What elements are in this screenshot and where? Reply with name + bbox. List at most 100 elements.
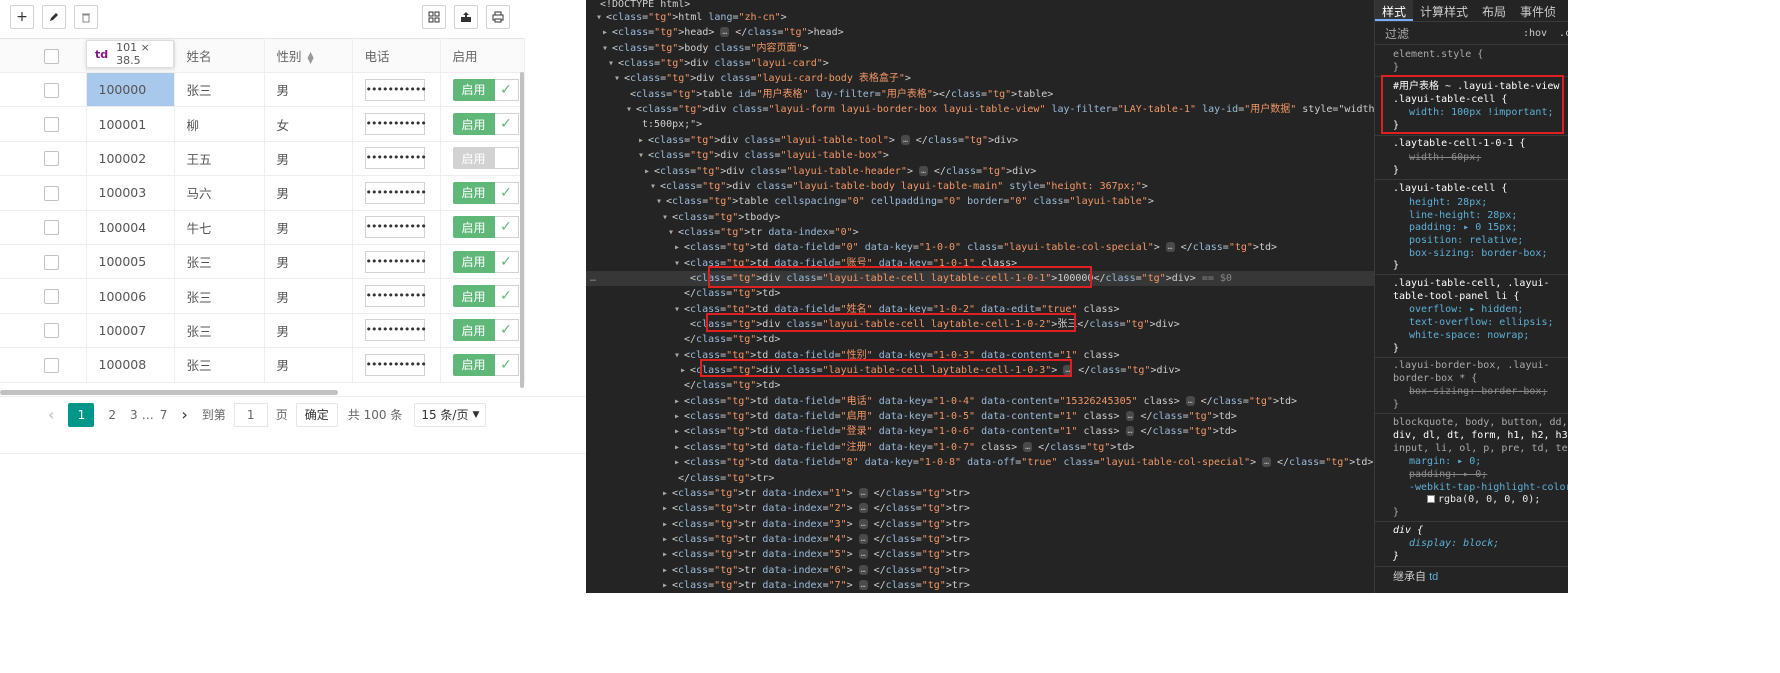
select-all-cell[interactable]: [0, 38, 87, 73]
row-phone-input[interactable]: •••••••••••: [364, 113, 427, 136]
element-style-rule[interactable]: element.style {: [1375, 49, 1568, 62]
goto-confirm-button[interactable]: 确定: [295, 402, 338, 427]
rule5-prop[interactable]: box-sizing: border-box;: [1375, 386, 1568, 399]
table-row[interactable]: 100005 张三男 ••••••••••• 启用 ✓: [0, 244, 525, 280]
dom-node-line[interactable]: ▸ <class="tg">tr data-index="3"> … </clas…: [662, 517, 970, 532]
header-gender[interactable]: 性别 ▲ ▼: [264, 38, 353, 73]
rule4-prop-white-space[interactable]: white-space: nowrap;: [1375, 330, 1568, 343]
table-row[interactable]: 100003 马六男 ••••••••••• 启用 ✓: [0, 175, 525, 211]
rule6-selector[interactable]: blockquote, body, button, dd,: [1375, 417, 1568, 430]
expand-toggle-icon[interactable]: ▸: [674, 394, 684, 409]
dom-node-line[interactable]: </class="tg">tr>: [668, 471, 774, 486]
enable-switch[interactable]: 启用 ✓: [452, 181, 519, 204]
page-last[interactable]: 7: [160, 408, 168, 422]
row-select-cell[interactable]: [0, 106, 87, 142]
page-3[interactable]: 3: [130, 408, 138, 422]
expand-toggle-icon[interactable]: ▸: [680, 363, 690, 378]
columns-filter-button[interactable]: [422, 5, 446, 29]
expand-toggle-icon[interactable]: ▸: [602, 25, 612, 40]
rule6-prop-margin[interactable]: margin: ▸ 0;: [1375, 456, 1568, 469]
row-checkbox[interactable]: [44, 117, 60, 133]
rule5-selector[interactable]: .layui-border-box, .layui-: [1375, 360, 1568, 373]
row-phone-input[interactable]: •••••••••••: [364, 181, 427, 204]
dom-node-line[interactable]: ▸ <class="tg">tr data-index="7"> … </clas…: [662, 578, 970, 593]
rule6-selector-3[interactable]: input, li, ol, p, pre, td, tex: [1375, 443, 1568, 456]
expand-toggle-icon[interactable]: ▸: [638, 133, 648, 148]
dom-node-line[interactable]: ▾ <class="tg">div class="layui-card-body …: [614, 71, 911, 86]
expand-toggle-icon[interactable]: ▾: [662, 210, 672, 225]
prev-page-button[interactable]: ‹: [48, 405, 54, 424]
expand-toggle-icon[interactable]: ▾: [638, 148, 648, 163]
expand-toggle-icon[interactable]: ▸: [662, 486, 672, 501]
expand-toggle-icon[interactable]: ▸: [644, 164, 654, 179]
expand-toggle-icon[interactable]: ▾: [674, 256, 684, 271]
row-name[interactable]: 张三: [174, 244, 265, 280]
row-checkbox[interactable]: [44, 289, 60, 305]
dom-node-line[interactable]: ▸ <class="tg">tr data-index="5"> … </clas…: [662, 547, 970, 562]
filter-input[interactable]: 过滤: [1385, 25, 1409, 42]
sort-icon[interactable]: ▲ ▼: [308, 50, 314, 64]
expand-toggle-icon[interactable]: ▸: [662, 578, 672, 593]
row-phone-input[interactable]: •••••••••••: [364, 78, 427, 101]
export-button[interactable]: [454, 5, 478, 29]
color-swatch[interactable]: [1427, 495, 1435, 503]
dom-node-line[interactable]: ▸ <class="tg">td data-field="注册" data-key…: [674, 440, 1134, 455]
expand-toggle-icon[interactable]: ▾: [608, 56, 618, 71]
rule3-prop-height[interactable]: height: 28px;: [1375, 197, 1568, 210]
row-checkbox[interactable]: [44, 357, 60, 373]
dom-node-line[interactable]: ▸ <class="tg">td data-field="启用" data-key…: [674, 409, 1237, 424]
dom-node-line[interactable]: ▾ <class="tg">html lang="zh-cn">: [596, 10, 787, 25]
dom-node-line[interactable]: ▸ <class="tg">td data-field="登录" data-key…: [674, 424, 1237, 439]
enable-switch[interactable]: 启用: [452, 147, 519, 170]
dom-node-line[interactable]: ▾ <class="tg">div class="layui-table-box"…: [638, 148, 889, 163]
row-phone-input[interactable]: •••••••••••: [364, 147, 427, 170]
row-name[interactable]: 张三: [174, 278, 265, 314]
rule7-selector[interactable]: div {: [1375, 525, 1568, 538]
dom-node-line[interactable]: <class="tg">table id="用户表格" lay-filter="…: [620, 87, 1053, 102]
expand-toggle-icon[interactable]: ▾: [650, 179, 660, 194]
expand-toggle-icon[interactable]: ▸: [674, 440, 684, 455]
row-select-cell[interactable]: [0, 244, 87, 280]
table-row[interactable]: 100008 张三男 ••••••••••• 启用 ✓: [0, 347, 525, 383]
row-select-cell[interactable]: [0, 278, 87, 314]
table-row[interactable]: 100002 王五男 ••••••••••• 启用: [0, 141, 525, 177]
dom-node-line[interactable]: ▸ <class="tg">div class="layui-table-tool…: [638, 133, 1018, 148]
enable-switch[interactable]: 启用 ✓: [452, 78, 519, 101]
tab-styles[interactable]: 样式: [1375, 0, 1414, 21]
row-checkbox[interactable]: [44, 220, 60, 236]
table-row[interactable]: 100000 张三男 ••••••••••• 启用 ✓: [0, 72, 525, 108]
page-current[interactable]: 1: [68, 402, 95, 427]
row-phone-input[interactable]: •••••••••••: [364, 319, 427, 342]
dom-node-line[interactable]: ▾ <class="tg">div class="layui-form layui…: [626, 102, 1374, 117]
tab-layout[interactable]: 布局: [1475, 0, 1513, 21]
next-page-button[interactable]: ›: [181, 405, 187, 424]
enable-switch[interactable]: 启用 ✓: [452, 353, 519, 376]
select-all-checkbox[interactable]: [44, 48, 60, 64]
expand-toggle-icon[interactable]: ▸: [662, 517, 672, 532]
dom-node-line[interactable]: ▾ <class="tg">tr data-index="0">: [668, 225, 859, 240]
rule6-prop-padding[interactable]: padding: ▸ 0;: [1375, 469, 1568, 482]
print-button[interactable]: [486, 5, 510, 29]
enable-switch[interactable]: 启用 ✓: [452, 285, 519, 308]
rule4-selector[interactable]: .layui-table-cell, .layui-: [1375, 278, 1568, 291]
rule6-prop-rgba[interactable]: rgba(0, 0, 0, 0);: [1375, 494, 1568, 507]
expand-toggle-icon[interactable]: ▸: [662, 532, 672, 547]
row-select-cell[interactable]: [0, 175, 87, 211]
dom-node-line[interactable]: ▾ <class="tg">body class="内容页面">: [602, 41, 809, 56]
dom-node-line[interactable]: <class="tg">div class="layui-table-cell …: [680, 317, 1180, 332]
tab-event-listeners[interactable]: 事件侦: [1513, 0, 1563, 21]
row-name[interactable]: 马六: [174, 175, 265, 211]
enable-switch[interactable]: 启用 ✓: [452, 216, 519, 239]
dom-node-line[interactable]: ▾ <class="tg">div class="layui-card">: [608, 56, 829, 71]
row-select-cell[interactable]: [0, 313, 87, 349]
dom-node-line[interactable]: … <class="tg">div class="layui-table-cell…: [586, 270, 1374, 287]
dom-node-line[interactable]: ▸ <class="tg">tr data-index="4"> … </clas…: [662, 532, 970, 547]
per-page-select[interactable]: 15 条/页 ▼: [414, 402, 487, 427]
expand-toggle-icon[interactable]: ▸: [674, 240, 684, 255]
expand-toggle-icon[interactable]: ▾: [602, 41, 612, 56]
table-row[interactable]: 100004 牛七男 ••••••••••• 启用 ✓: [0, 210, 525, 245]
row-select-cell[interactable]: [0, 72, 87, 108]
dom-node-line[interactable]: ▾ <class="tg">table cellspacing="0" cellp…: [656, 194, 1154, 209]
row-checkbox[interactable]: [44, 254, 60, 270]
table-row[interactable]: 100001 柳女 ••••••••••• 启用 ✓: [0, 106, 525, 142]
